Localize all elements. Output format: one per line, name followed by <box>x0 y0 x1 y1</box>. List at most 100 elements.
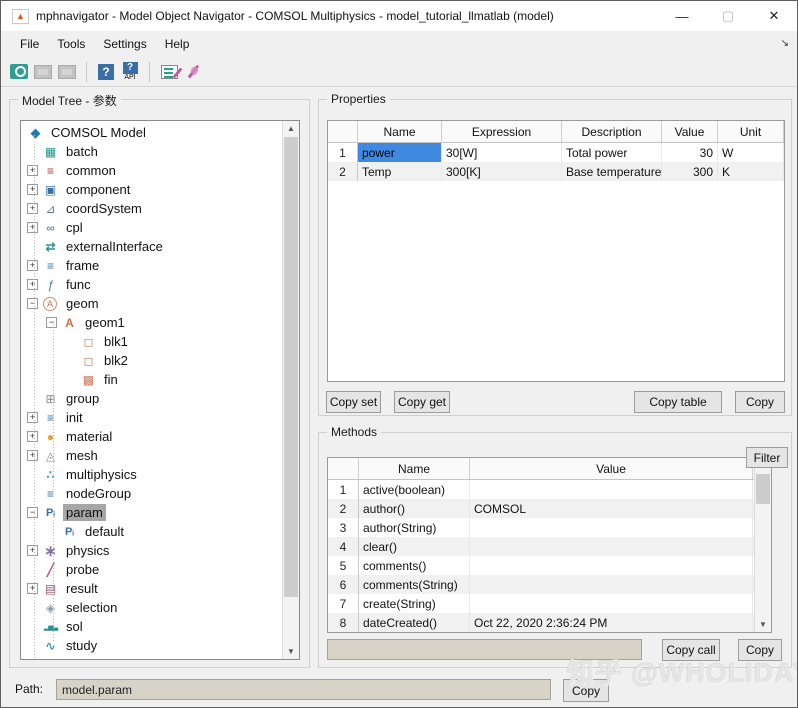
tree-item-multiphysics[interactable]: ∴ multiphysics <box>21 465 284 484</box>
table-row[interactable]: 8 dateCreated() Oct 22, 2020 2:36:24 PM <box>328 613 771 632</box>
cell-name[interactable]: dateCreated() <box>359 613 470 632</box>
table-row[interactable]: 6 comments(String) <box>328 575 771 594</box>
tree-item-coordsystem[interactable]: + ⊿ coordSystem <box>21 199 284 218</box>
tree-item-cpl[interactable]: + ∞ cpl <box>21 218 284 237</box>
scrollbar-thumb[interactable] <box>284 137 298 597</box>
copy-set-button[interactable]: Copy set <box>326 391 381 413</box>
cell-num[interactable]: 2 <box>328 162 358 181</box>
menu-help[interactable]: Help <box>156 33 199 55</box>
column-header-unit[interactable]: Unit <box>718 121 784 142</box>
cell-num[interactable]: 2 <box>328 499 359 518</box>
cell-name[interactable]: author(String) <box>359 518 470 537</box>
tree-item-blk2[interactable]: ◻ blk2 <box>21 351 284 370</box>
menu-overflow-arrow[interactable]: ↘ <box>781 38 789 49</box>
tree-item-material[interactable]: + ● material <box>21 427 284 446</box>
navigator-button[interactable] <box>7 60 31 84</box>
tree-item-frame[interactable]: + ≡ frame <box>21 256 284 275</box>
cell-value[interactable]: 30 <box>662 143 718 162</box>
filter-button[interactable]: Filter <box>746 447 788 468</box>
tree-item-physics[interactable]: + ∗ physics <box>21 541 284 560</box>
tree-item-param[interactable]: − Pᵢ param <box>21 503 284 522</box>
tree-item-fin[interactable]: ▩ fin <box>21 370 284 389</box>
methods-scrollbar[interactable]: ▲ ▼ <box>754 458 771 632</box>
scrollbar-down-arrow[interactable]: ▼ <box>755 617 771 632</box>
column-header-rownum[interactable] <box>328 458 359 479</box>
cell-name[interactable]: active(boolean) <box>359 480 470 499</box>
collapse-icon[interactable]: − <box>27 298 38 309</box>
column-header-name[interactable]: Name <box>359 458 470 479</box>
tree-item-batch[interactable]: ▦ batch <box>21 142 284 161</box>
expand-icon[interactable]: + <box>27 431 38 442</box>
copy-get-button[interactable]: Copy get <box>394 391 450 413</box>
cell-value[interactable]: Oct 22, 2020 2:36:24 PM <box>470 613 753 632</box>
methods-copy-button[interactable]: Copy <box>738 639 782 661</box>
expand-icon[interactable]: + <box>27 165 38 176</box>
column-header-expression[interactable]: Expression <box>442 121 562 142</box>
tree-item-sol[interactable]: ▂▅▃ sol <box>21 617 284 636</box>
cell-num[interactable]: 1 <box>328 143 358 162</box>
cell-value[interactable] <box>470 537 753 556</box>
column-header-description[interactable]: Description <box>562 121 662 142</box>
cell-description[interactable]: Total power <box>562 143 662 162</box>
cell-num[interactable]: 6 <box>328 575 359 594</box>
expand-icon[interactable]: + <box>27 279 38 290</box>
tree-item-component[interactable]: + ▣ component <box>21 180 284 199</box>
cell-value[interactable] <box>470 518 753 537</box>
expand-icon[interactable]: + <box>27 583 38 594</box>
table-row[interactable]: 7 create(String) <box>328 594 771 613</box>
tree-item-externalinterface[interactable]: ⇄ externalInterface <box>21 237 284 256</box>
tree-item-mesh[interactable]: + ◬ mesh <box>21 446 284 465</box>
expand-icon[interactable]: + <box>27 260 38 271</box>
cell-name[interactable]: comments() <box>359 556 470 575</box>
cell-unit[interactable]: W <box>718 143 784 162</box>
collapse-icon[interactable]: − <box>46 317 57 328</box>
copy-table-button[interactable]: Copy table <box>634 391 722 413</box>
expand-icon[interactable]: + <box>27 184 38 195</box>
cell-value[interactable]: 300 <box>662 162 718 181</box>
path-copy-button[interactable]: Copy <box>563 679 609 702</box>
cell-name[interactable]: Temp <box>358 162 442 181</box>
cell-description[interactable]: Base temperature <box>562 162 662 181</box>
copy-button[interactable]: Copy <box>735 391 785 413</box>
menu-tools[interactable]: Tools <box>48 33 94 55</box>
expand-icon[interactable]: + <box>27 450 38 461</box>
cell-num[interactable]: 7 <box>328 594 359 613</box>
expand-icon[interactable]: + <box>27 545 38 556</box>
column-header-value[interactable]: Value <box>662 121 718 142</box>
tree-item-default[interactable]: Pᵢ default <box>21 522 284 541</box>
table-row[interactable]: 1 active(boolean) <box>328 480 771 499</box>
tree-scrollbar[interactable]: ▲ ▼ <box>282 121 299 659</box>
cell-name[interactable]: power <box>358 143 442 162</box>
tree-item-init[interactable]: + ≡ init <box>21 408 284 427</box>
cell-name[interactable]: comments(String) <box>359 575 470 594</box>
copy-call-button[interactable]: Copy call <box>662 639 720 661</box>
tree-item-result[interactable]: + ▤ result <box>21 579 284 598</box>
close-button[interactable]: ✕ <box>751 1 797 31</box>
tree-item-blk1[interactable]: ◻ blk1 <box>21 332 284 351</box>
cell-value[interactable] <box>470 594 753 613</box>
cell-num[interactable]: 4 <box>328 537 359 556</box>
column-header-rownum[interactable] <box>328 121 358 142</box>
collapse-icon[interactable]: − <box>27 507 38 518</box>
form-editor-button[interactable] <box>157 60 181 84</box>
cell-value[interactable] <box>470 480 753 499</box>
cell-value[interactable] <box>470 575 753 594</box>
cell-num[interactable]: 3 <box>328 518 359 537</box>
expand-icon[interactable]: + <box>27 222 38 233</box>
tree-item-common[interactable]: + ≡ common <box>21 161 284 180</box>
cell-num[interactable]: 8 <box>328 613 359 632</box>
table-row[interactable]: 3 author(String) <box>328 518 771 537</box>
scrollbar-up-arrow[interactable]: ▲ <box>283 121 299 136</box>
expand-icon[interactable]: + <box>27 203 38 214</box>
tree-item-geom[interactable]: − Ageom <box>21 294 284 313</box>
tree-item-func[interactable]: + ƒ func <box>21 275 284 294</box>
cell-name[interactable]: author() <box>359 499 470 518</box>
tree-item-geom1[interactable]: − Ageom1 <box>21 313 284 332</box>
column-header-name[interactable]: Name <box>358 121 442 142</box>
menu-settings[interactable]: Settings <box>94 33 155 55</box>
tree-item-group[interactable]: ⊞ group <box>21 389 284 408</box>
minimize-button[interactable]: — <box>659 1 705 31</box>
tree-item-nodegroup[interactable]: ≡ nodeGroup <box>21 484 284 503</box>
help-button[interactable]: ? <box>94 60 118 84</box>
scrollbar-down-arrow[interactable]: ▼ <box>283 644 299 659</box>
